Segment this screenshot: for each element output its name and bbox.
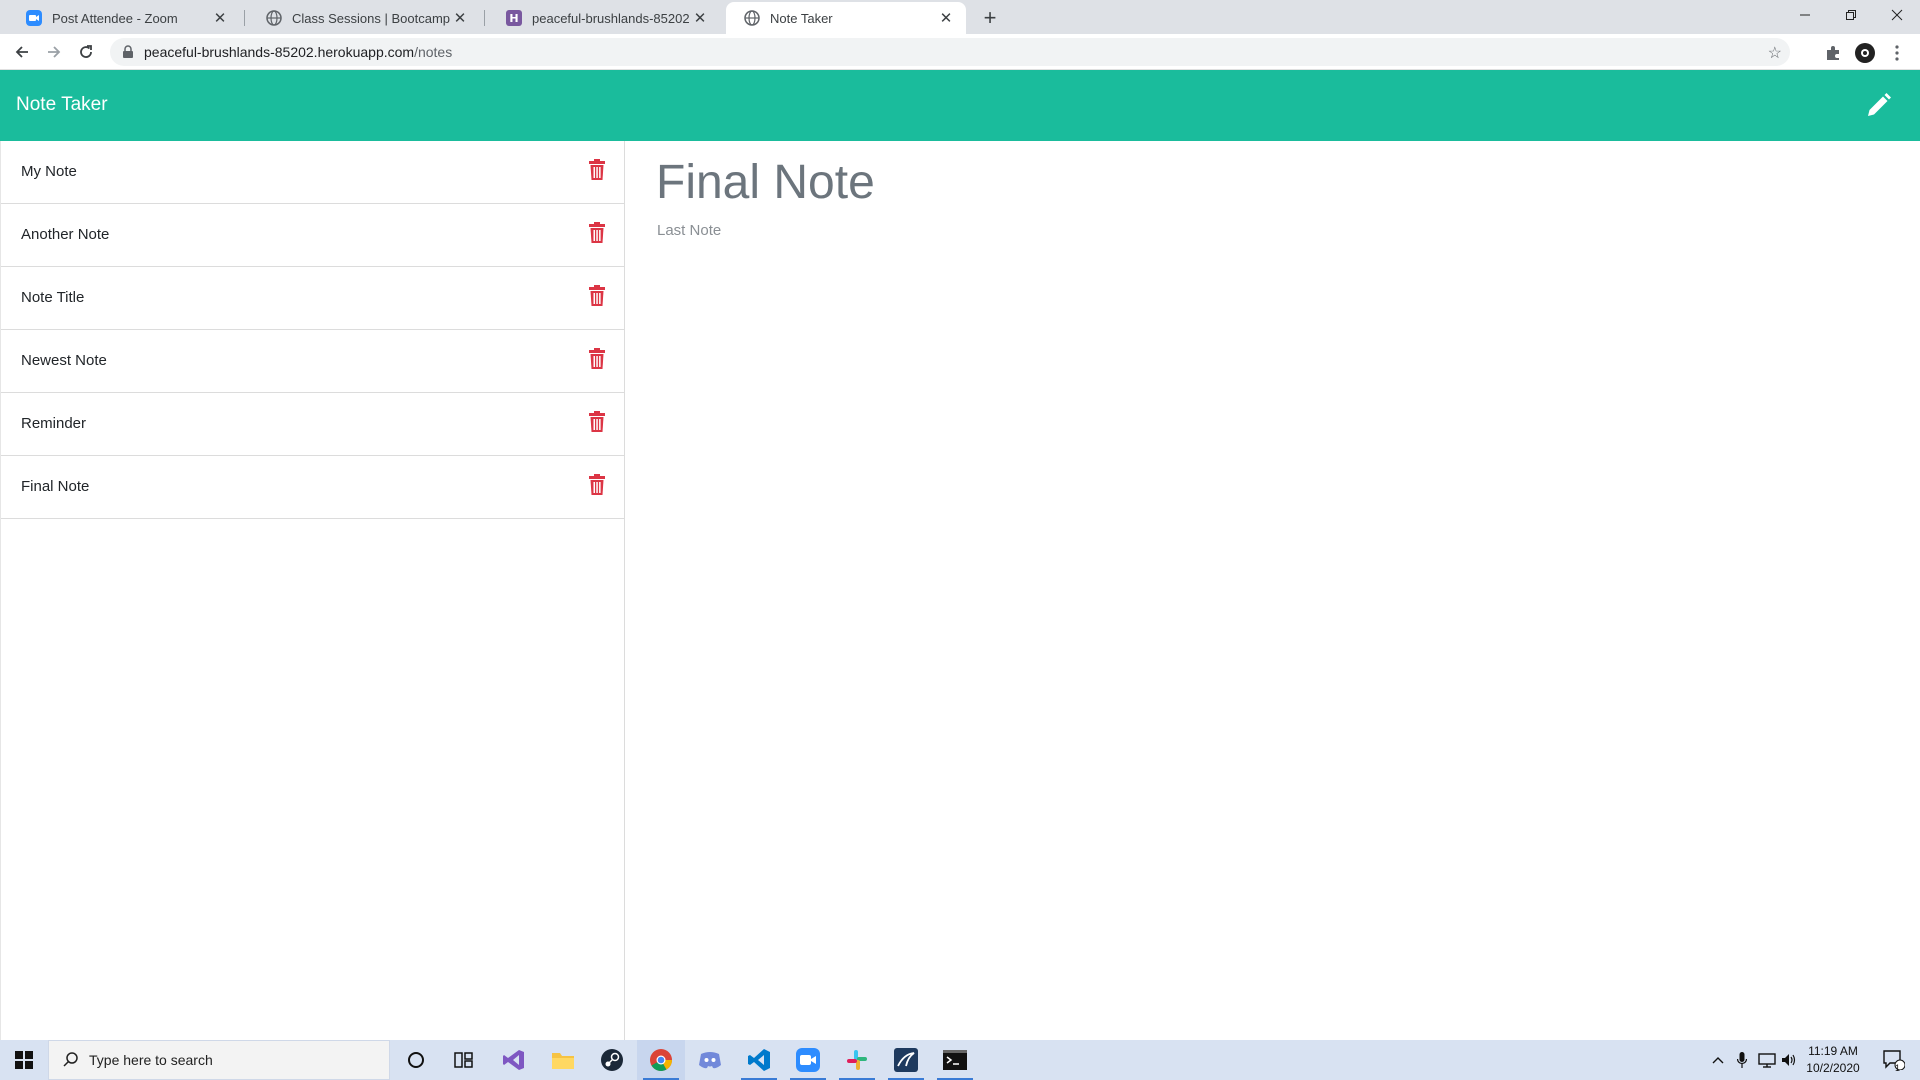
restore-icon — [1846, 10, 1856, 20]
notification-icon — [1883, 1050, 1905, 1070]
task-view-icon[interactable] — [440, 1040, 488, 1080]
note-title-input[interactable]: Final Note — [656, 155, 875, 210]
profile-avatar[interactable] — [1854, 42, 1876, 64]
arrow-right-icon — [48, 46, 61, 58]
note-title: Newest Note — [21, 352, 107, 369]
tab-title: Class Sessions | Bootcamp Spot — [292, 10, 452, 26]
tab-bootcamp-spot[interactable]: Class Sessions | Bootcamp Spot ✕ — [248, 2, 480, 34]
tab-title: Note Taker — [770, 10, 833, 26]
file-explorer-icon[interactable] — [539, 1040, 587, 1080]
tab-separator — [244, 10, 245, 26]
list-item[interactable]: Another Note — [1, 204, 624, 267]
zoom-icon[interactable] — [784, 1040, 832, 1080]
app-title[interactable]: Note Taker — [16, 94, 108, 116]
taskbar-search-input[interactable]: Type here to search — [48, 1040, 390, 1080]
forward-button[interactable] — [40, 38, 68, 66]
slack-icon[interactable] — [833, 1040, 881, 1080]
address-bar[interactable]: peaceful-brushlands-85202.herokuapp.com /… — [110, 38, 1790, 66]
trash-icon[interactable] — [588, 348, 606, 370]
trash-icon[interactable] — [588, 222, 606, 244]
new-tab-button[interactable]: + — [976, 4, 1004, 32]
lock-icon — [123, 45, 133, 58]
trash-icon[interactable] — [588, 411, 606, 433]
globe-icon — [266, 10, 282, 26]
close-icon[interactable]: ✕ — [452, 9, 468, 27]
note-title: My Note — [21, 163, 77, 180]
vscode-icon[interactable] — [735, 1040, 783, 1080]
tab-title: Post Attendee - Zoom — [52, 10, 178, 26]
tab-zoom[interactable]: Post Attendee - Zoom ✕ — [8, 2, 240, 34]
close-icon[interactable]: ✕ — [938, 9, 954, 27]
search-placeholder: Type here to search — [89, 1052, 213, 1068]
notification-count: 1 — [1895, 1063, 1901, 1073]
pencil-icon — [1868, 93, 1891, 116]
discord-icon[interactable] — [686, 1040, 734, 1080]
browser-tab-strip: Post Attendee - Zoom ✕ Class Sessions | … — [0, 0, 1920, 34]
list-item[interactable]: Newest Note — [1, 330, 624, 393]
system-clock[interactable]: 11:19 AM 10/2/2020 — [1798, 1043, 1868, 1077]
minimize-button[interactable] — [1782, 0, 1828, 30]
close-window-button[interactable] — [1874, 0, 1920, 30]
clock-date: 10/2/2020 — [1806, 1061, 1860, 1075]
minimize-icon — [1800, 14, 1810, 16]
close-icon[interactable]: ✕ — [212, 9, 228, 27]
note-title: Reminder — [21, 415, 87, 432]
bookmark-star-icon[interactable]: ☆ — [1768, 43, 1782, 63]
network-icon[interactable] — [1756, 1040, 1778, 1080]
browser-toolbar: peaceful-brushlands-85202.herokuapp.com /… — [0, 34, 1920, 70]
reload-icon — [80, 45, 92, 58]
chrome-icon[interactable] — [637, 1040, 685, 1080]
note-editor: Final Note Last Note — [626, 141, 1920, 1041]
clock-time: 11:19 AM — [1808, 1044, 1858, 1058]
close-icon[interactable]: ✕ — [692, 9, 708, 27]
heroku-icon: H — [506, 10, 522, 26]
visual-studio-icon[interactable] — [490, 1040, 538, 1080]
restore-button[interactable] — [1828, 0, 1874, 30]
start-button[interactable] — [0, 1040, 48, 1080]
arrow-left-icon — [15, 46, 28, 58]
new-note-button[interactable] — [1864, 92, 1892, 120]
cortana-icon[interactable] — [392, 1040, 440, 1080]
trash-icon[interactable] — [588, 285, 606, 307]
notification-center-button[interactable]: 1 — [1874, 1040, 1914, 1080]
trash-icon[interactable] — [588, 474, 606, 496]
note-title: Another Note — [21, 226, 110, 243]
steam-icon[interactable] — [588, 1040, 636, 1080]
app-navbar: Note Taker — [0, 70, 1920, 141]
list-item[interactable]: Note Title — [1, 267, 624, 330]
terminal-icon[interactable] — [931, 1040, 979, 1080]
zoom-icon — [26, 10, 42, 26]
volume-icon[interactable] — [1780, 1040, 1798, 1080]
mysql-workbench-icon[interactable] — [882, 1040, 930, 1080]
list-item[interactable]: My Note — [1, 141, 624, 204]
extensions-puzzle-icon[interactable] — [1822, 42, 1844, 64]
search-icon — [63, 1052, 78, 1067]
chevron-up-icon[interactable] — [1708, 1040, 1728, 1080]
microphone-icon[interactable] — [1732, 1040, 1752, 1080]
tab-heroku[interactable]: H peaceful-brushlands-85202 | Her ✕ — [488, 2, 720, 34]
url-host: peaceful-brushlands-85202.herokuapp.com — [144, 44, 415, 60]
browser-menu-icon[interactable] — [1886, 42, 1908, 64]
reload-button[interactable] — [72, 38, 100, 66]
windows-taskbar: Type here to search 11:19 AM 10/2/2020 1 — [0, 1040, 1920, 1080]
close-icon — [1891, 9, 1903, 21]
tab-note-taker[interactable]: Note Taker ✕ — [726, 2, 966, 34]
svg-text:H: H — [509, 12, 518, 25]
note-text-area[interactable]: Last Note — [657, 222, 721, 239]
list-item[interactable]: Reminder — [1, 393, 624, 456]
note-title: Note Title — [21, 289, 85, 306]
back-button[interactable] — [8, 38, 36, 66]
list-item[interactable]: Final Note — [1, 456, 624, 519]
note-list: My Note Another Note Note Title Newest N… — [0, 141, 625, 1041]
globe-icon — [744, 10, 760, 26]
windows-logo-icon — [15, 1051, 33, 1069]
tab-title: peaceful-brushlands-85202 | Her — [532, 10, 692, 26]
trash-icon[interactable] — [588, 159, 606, 181]
tab-separator — [484, 10, 485, 26]
url-path: /notes — [414, 44, 453, 60]
note-title: Final Note — [21, 478, 90, 495]
